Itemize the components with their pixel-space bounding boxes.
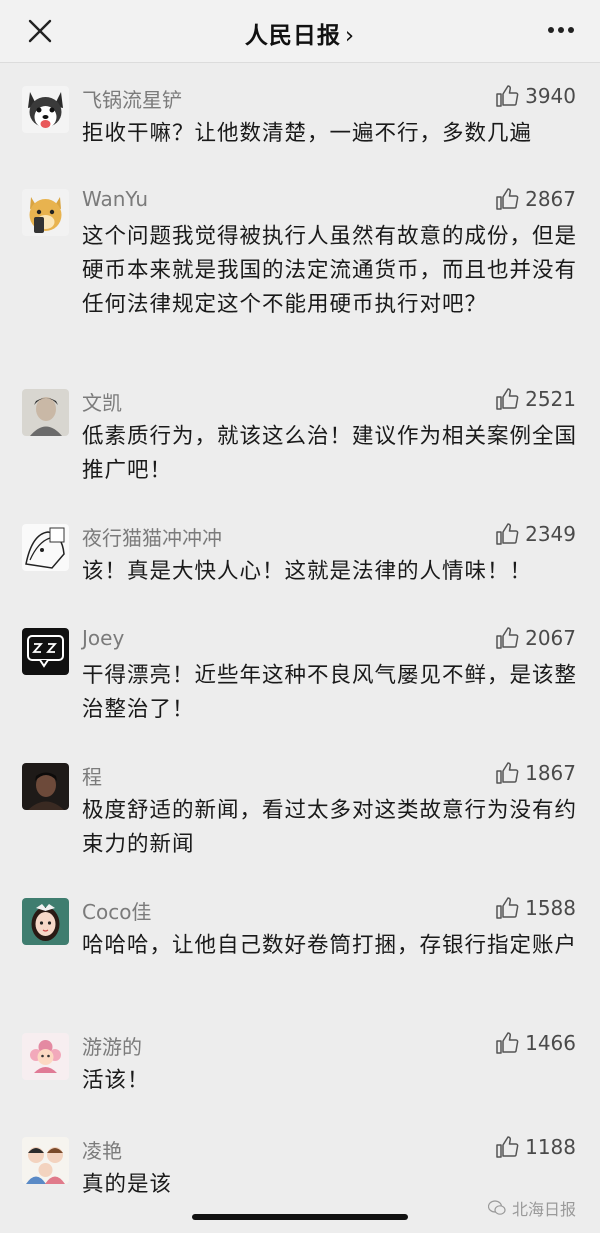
cartoon-girl-avatar[interactable] xyxy=(22,898,69,945)
commenter-name[interactable]: 凌艳 xyxy=(82,1135,122,1164)
thumbs-up-icon xyxy=(496,1032,519,1054)
like-button[interactable]: 2349 xyxy=(495,522,576,546)
comment-text: 哈哈哈，让他自己数好卷筒打捆，存银行指定账户 xyxy=(82,933,578,958)
doge-phone-avatar[interactable] xyxy=(22,189,69,236)
chevron-right-icon: › xyxy=(344,23,356,49)
like-button[interactable]: 1466 xyxy=(495,1031,576,1055)
thumbs-up-icon xyxy=(496,388,519,410)
like-button[interactable]: 1188 xyxy=(495,1135,576,1159)
like-count: 1588 xyxy=(525,896,576,920)
thumbs-up-icon xyxy=(496,188,519,210)
commenter-name[interactable]: 程 xyxy=(82,761,102,790)
watermark-text: 北海日报 xyxy=(511,1200,576,1219)
comment-text: 干得漂亮！近些年这种不良风气屡见不鲜，是该整治整治了！ xyxy=(82,663,578,722)
like-button[interactable]: 1867 xyxy=(495,761,576,785)
like-button[interactable]: 1588 xyxy=(495,896,576,920)
commenter-name[interactable]: Coco佳 xyxy=(82,896,151,925)
wechat-icon xyxy=(487,1200,506,1215)
like-button[interactable]: 2521 xyxy=(495,387,576,411)
commenter-name[interactable]: WanYu xyxy=(82,187,148,211)
pink-flower-avatar[interactable] xyxy=(22,1033,69,1080)
like-count: 2349 xyxy=(525,522,576,546)
zz-bubble-avatar[interactable] xyxy=(22,628,69,675)
thumbs-up-icon xyxy=(496,762,519,784)
like-button[interactable]: 2867 xyxy=(495,187,576,211)
account-title: 人民日报 xyxy=(244,23,341,49)
more-options-icon[interactable] xyxy=(546,20,576,40)
thumbs-up-icon xyxy=(496,85,519,107)
like-count: 2521 xyxy=(525,387,576,411)
watermark: 北海日报 xyxy=(487,1196,576,1220)
like-count: 2867 xyxy=(525,187,576,211)
thumbs-up-icon xyxy=(496,897,519,919)
like-count: 2067 xyxy=(525,626,576,650)
comment-text: 活该！ xyxy=(82,1068,150,1093)
husky-avatar[interactable] xyxy=(22,86,69,133)
thumbs-up-icon xyxy=(496,627,519,649)
comment-text: 低素质行为，就该这么治！建议作为相关案例全国推广吧！ xyxy=(82,424,578,483)
comment-text: 拒收干嘛？让他数清楚，一遍不行，多数几遍 xyxy=(82,121,533,146)
like-button[interactable]: 3940 xyxy=(495,84,576,108)
commenter-name[interactable]: 游游的 xyxy=(82,1031,142,1060)
family-cartoon-avatar[interactable] xyxy=(22,1137,69,1184)
person-photo-avatar[interactable] xyxy=(22,389,69,436)
home-indicator[interactable] xyxy=(192,1214,408,1220)
like-count: 1466 xyxy=(525,1031,576,1055)
commenter-name[interactable]: 夜行猫猫冲冲冲 xyxy=(82,522,222,551)
thumbs-up-icon xyxy=(496,523,519,545)
manga-avatar[interactable] xyxy=(22,524,69,571)
comment-text: 该！真是大快人心！这就是法律的人情味！！ xyxy=(82,559,533,584)
comment-text: 极度舒适的新闻，看过太多对这类故意行为没有约束力的新闻 xyxy=(82,798,578,857)
like-button[interactable]: 2067 xyxy=(495,626,576,650)
top-nav-bar: 人民日报 › xyxy=(0,0,600,63)
commenter-name[interactable]: 文凯 xyxy=(82,387,122,416)
commenter-name[interactable]: Joey xyxy=(82,626,124,650)
thumbs-up-icon xyxy=(496,1136,519,1158)
commenter-name[interactable]: 飞锅流星铲 xyxy=(82,84,182,113)
account-title-link[interactable]: 人民日报 › xyxy=(0,16,600,50)
dark-portrait-avatar[interactable] xyxy=(22,763,69,810)
comment-text: 这个问题我觉得被执行人虽然有故意的成份，但是硬币本来就是我国的法定流通货币，而且… xyxy=(82,224,578,317)
like-count: 1188 xyxy=(525,1135,576,1159)
like-count: 3940 xyxy=(525,84,576,108)
like-count: 1867 xyxy=(525,761,576,785)
